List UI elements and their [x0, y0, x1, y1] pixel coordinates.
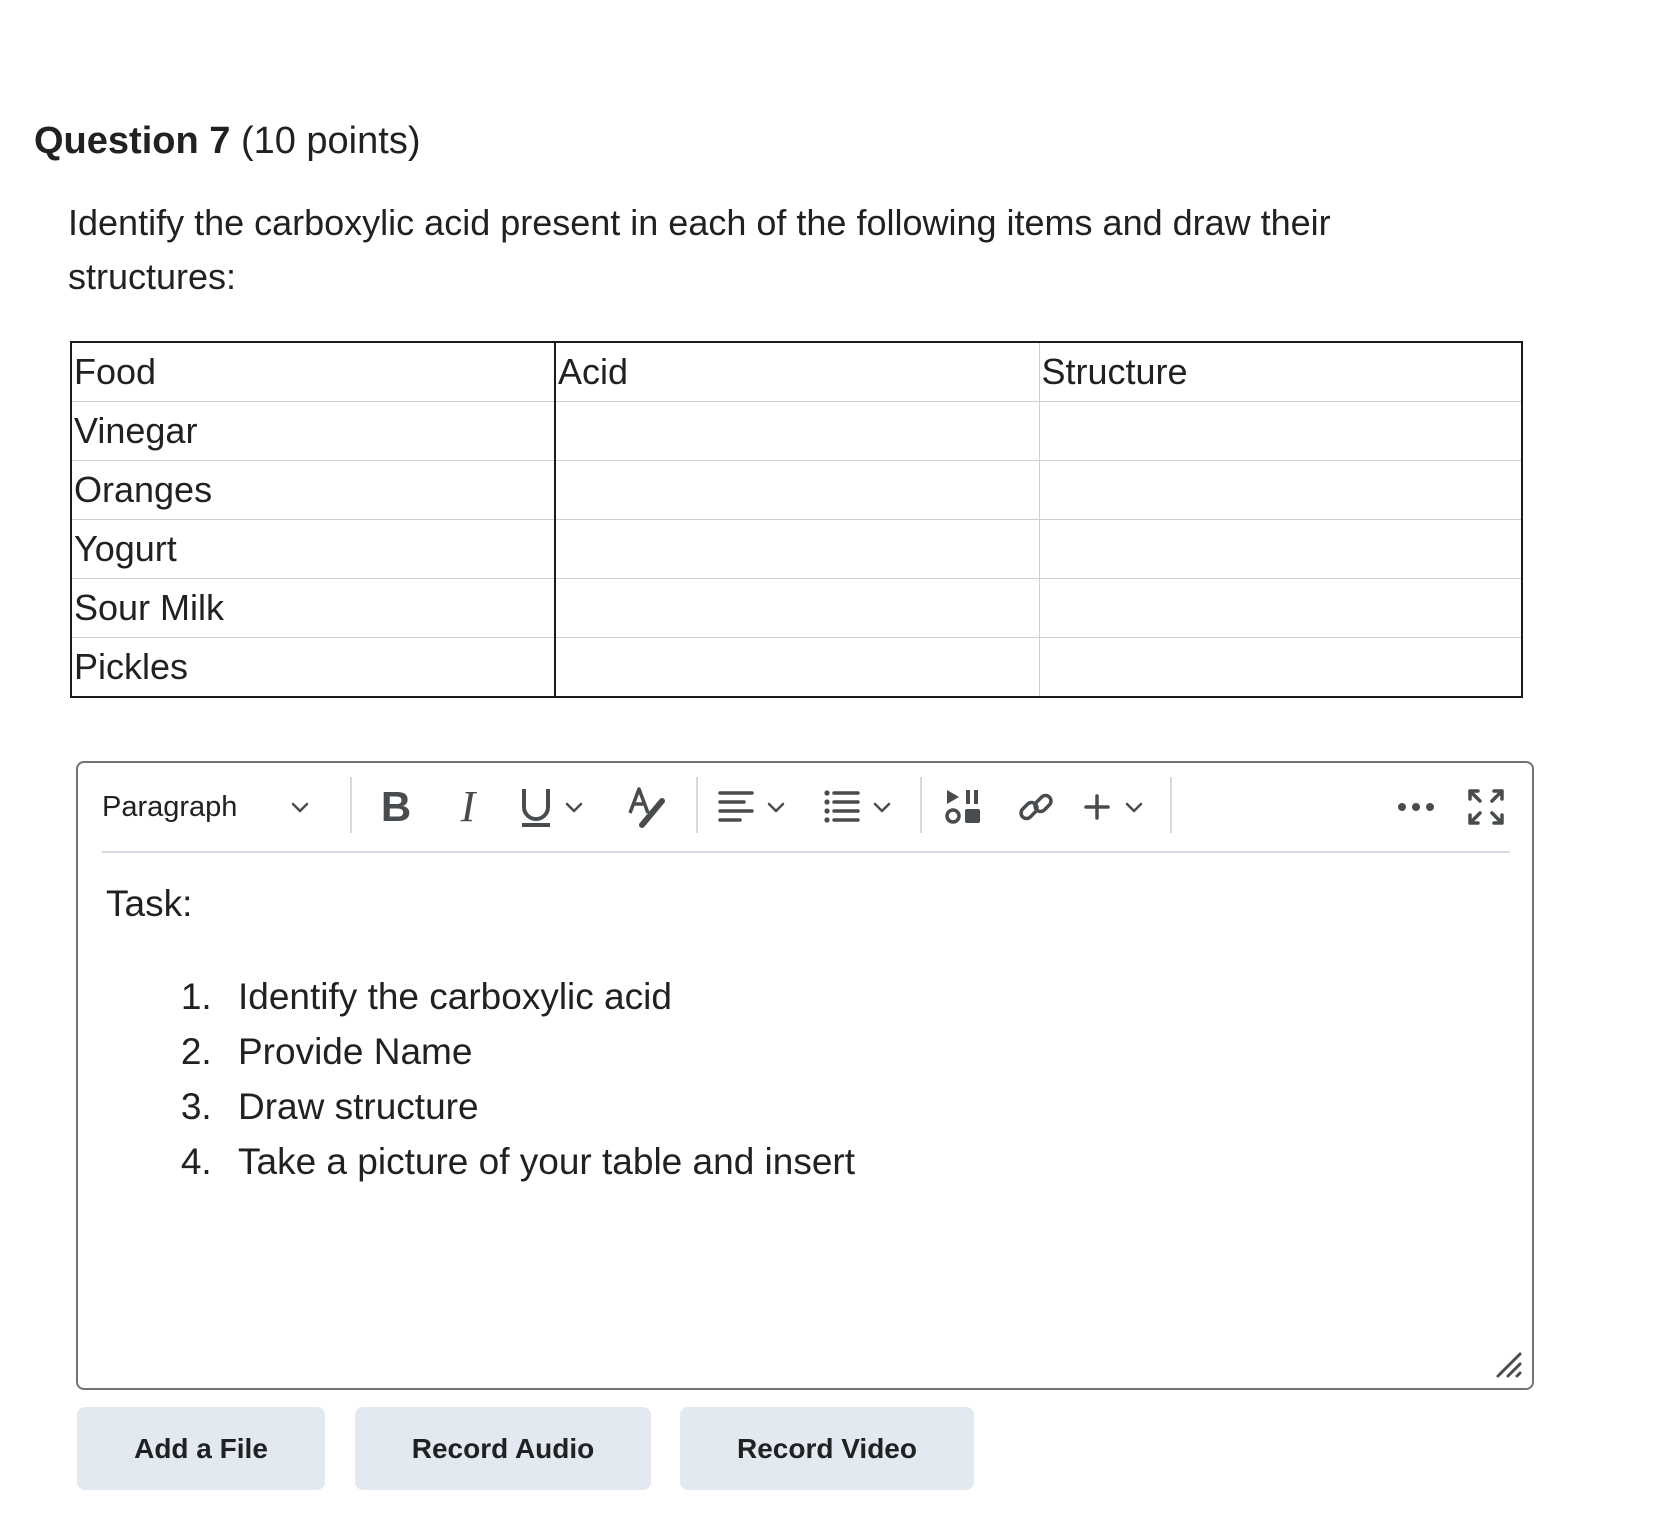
list-item: Take a picture of your table and insert — [222, 1134, 1502, 1189]
task-list: Identify the carboxylic acid Provide Nam… — [106, 969, 1502, 1189]
table-row: Yogurt — [70, 519, 1523, 579]
list-icon — [824, 790, 860, 823]
list-item: Provide Name — [222, 1024, 1502, 1079]
underline-icon — [522, 789, 550, 827]
editor-content-area[interactable]: Task: Identify the carboxylic acid Provi… — [106, 879, 1502, 1189]
italic-button[interactable]: I — [444, 781, 492, 833]
align-left-icon — [718, 791, 754, 822]
italic-icon: I — [460, 782, 476, 831]
table-cell: Yogurt — [70, 519, 556, 579]
table-cell — [554, 401, 1040, 461]
table-cell — [1038, 637, 1523, 698]
insert-more-button[interactable] — [1082, 781, 1154, 833]
insert-link-button[interactable] — [1012, 781, 1060, 833]
table-cell: Vinegar — [70, 401, 556, 461]
bold-icon: B — [380, 783, 412, 830]
text-style-button[interactable] — [622, 781, 674, 833]
underline-button[interactable] — [516, 781, 606, 833]
media-icon — [945, 790, 980, 824]
table-cell: Sour Milk — [70, 578, 556, 638]
table-cell — [1038, 460, 1523, 520]
question-heading: Question 7 (10 points) — [34, 118, 420, 164]
chevron-down-icon — [767, 802, 785, 813]
table-row: Pickles — [70, 637, 1523, 698]
fullscreen-button[interactable] — [1462, 781, 1510, 833]
toolbar-separator — [350, 777, 352, 833]
list-item: Identify the carboxylic acid — [222, 969, 1502, 1024]
fullscreen-icon — [1468, 789, 1504, 825]
toolbar-separator — [1170, 777, 1172, 833]
text-style-icon — [628, 787, 665, 828]
toolbar-separator — [696, 777, 698, 833]
plus-icon — [1084, 794, 1110, 820]
list-item: Draw structure — [222, 1079, 1502, 1134]
rich-text-editor[interactable]: Paragraph B I Task: 1. Identify the carb… — [76, 761, 1534, 1390]
more-icon — [1398, 803, 1434, 811]
chevron-down-icon — [873, 802, 891, 813]
toolbar-separator — [920, 777, 922, 833]
table-row: Oranges — [70, 460, 1523, 520]
table-header-cell: Acid — [554, 341, 1040, 402]
table-cell: Pickles — [70, 637, 556, 698]
format-select-label: Paragraph — [102, 790, 238, 823]
table-cell — [1038, 519, 1523, 579]
add-file-button[interactable]: Add a File — [77, 1407, 325, 1490]
record-audio-button[interactable]: Record Audio — [355, 1407, 651, 1490]
table-header-cell: Food — [70, 341, 556, 402]
food-acid-table: Food Acid Structure Vinegar Oranges Yogu… — [70, 341, 1523, 698]
table-cell — [554, 637, 1040, 698]
record-video-button[interactable]: Record Video — [680, 1407, 974, 1490]
table-cell — [554, 519, 1040, 579]
paragraph-format-select[interactable]: Paragraph — [102, 781, 312, 833]
table-cell — [1038, 578, 1523, 638]
chevron-down-icon — [291, 802, 309, 813]
table-row: Vinegar — [70, 401, 1523, 461]
link-icon — [1019, 793, 1053, 821]
more-options-button[interactable] — [1392, 781, 1440, 833]
list-button[interactable] — [822, 781, 912, 833]
table-cell — [1038, 401, 1523, 461]
insert-media-button[interactable] — [940, 781, 988, 833]
question-points: (10 points) — [240, 120, 421, 162]
question-title: Question 7 — [34, 120, 231, 162]
table-header-cell: Structure — [1038, 341, 1523, 402]
question-prompt: Identify the carboxylic acid present in … — [68, 202, 1331, 297]
task-label: Task: — [106, 883, 193, 924]
table-cell — [554, 578, 1040, 638]
table-cell — [554, 460, 1040, 520]
table-header-row: Food Acid Structure — [70, 341, 1523, 402]
chevron-down-icon — [1125, 802, 1143, 813]
editor-toolbar: Paragraph B I — [102, 763, 1510, 853]
table-row: Sour Milk — [70, 578, 1523, 638]
resize-grip-icon[interactable] — [1494, 1350, 1524, 1380]
table-cell: Oranges — [70, 460, 556, 520]
align-button[interactable] — [716, 781, 806, 833]
bold-button[interactable]: B — [372, 781, 420, 833]
chevron-down-icon — [565, 802, 583, 813]
